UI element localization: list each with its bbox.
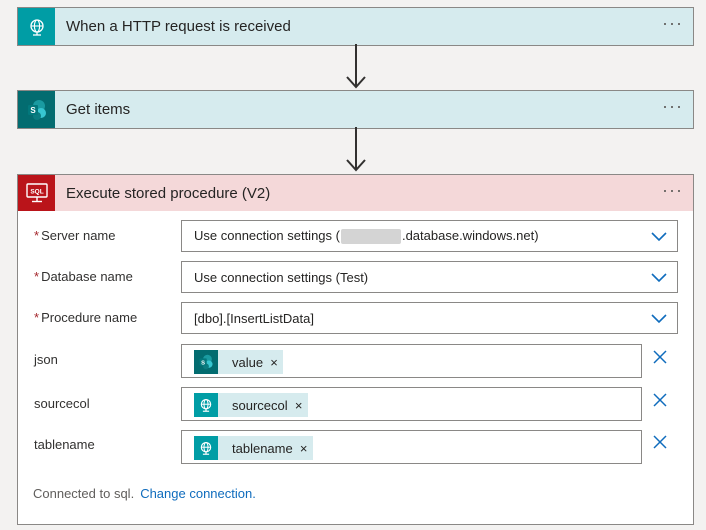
dynamic-content-token[interactable]: sourcecol × [194, 393, 308, 417]
more-options-icon[interactable]: ··· [662, 181, 683, 199]
chevron-down-icon[interactable] [651, 312, 667, 324]
procedure-name-label: * Procedure name [34, 310, 138, 325]
database-name-label: * Database name [34, 269, 133, 284]
sourcecol-label: sourcecol [34, 396, 90, 411]
tablename-input[interactable]: tablename × [181, 430, 642, 464]
clear-field-icon[interactable] [652, 349, 668, 365]
clear-field-icon[interactable] [652, 434, 668, 450]
sharepoint-icon: S [194, 350, 218, 374]
server-name-select[interactable]: Use connection settings (.database.windo… [181, 220, 678, 252]
http-trigger-header[interactable]: When a HTTP request is received ··· [18, 8, 693, 45]
connection-footer: Connected to sql. Change connection. [33, 486, 256, 501]
database-name-select[interactable]: Use connection settings (Test) [181, 261, 678, 293]
token-label: sourcecol [232, 397, 288, 413]
globe-request-icon [194, 393, 218, 417]
globe-request-icon [194, 436, 218, 460]
clear-field-icon[interactable] [652, 392, 668, 408]
required-mark: * [34, 269, 40, 284]
execute-stored-procedure-header[interactable]: SQL Execute stored procedure (V2) ··· [18, 175, 693, 211]
token-label: value [232, 354, 264, 370]
required-mark: * [34, 228, 40, 243]
chevron-down-icon[interactable] [651, 271, 667, 283]
get-items-card[interactable]: S Get items ··· [17, 90, 694, 129]
server-name-value: Use connection settings (.database.windo… [194, 227, 539, 245]
change-connection-link[interactable]: Change connection. [140, 486, 256, 501]
remove-token-icon[interactable]: × [294, 398, 304, 413]
redacted-block [340, 229, 401, 245]
procedure-name-select[interactable]: [dbo].[InsertListData] [181, 302, 678, 334]
tablename-label: tablename [34, 437, 95, 452]
dynamic-content-token[interactable]: S value × [194, 350, 284, 374]
remove-token-icon[interactable]: × [299, 441, 309, 456]
flow-arrow-icon [346, 44, 366, 89]
http-trigger-card[interactable]: When a HTTP request is received ··· [17, 7, 694, 46]
svg-text:SQL: SQL [30, 189, 43, 196]
execute-stored-procedure-title: Execute stored procedure (V2) [66, 184, 271, 202]
dynamic-content-token[interactable]: tablename × [194, 436, 313, 460]
svg-text:S: S [201, 360, 205, 366]
required-mark: * [34, 310, 40, 325]
database-name-value: Use connection settings (Test) [194, 269, 369, 285]
get-items-title: Get items [66, 101, 131, 118]
json-input[interactable]: S value × [181, 344, 642, 378]
remove-token-icon[interactable]: × [269, 355, 279, 370]
http-trigger-title: When a HTTP request is received [66, 18, 291, 35]
chevron-down-icon[interactable] [651, 230, 667, 242]
execute-stored-procedure-card[interactable]: SQL Execute stored procedure (V2) ··· * S… [17, 174, 694, 525]
sharepoint-icon: S [18, 91, 55, 128]
sql-icon: SQL [18, 175, 55, 211]
server-name-label: * Server name [34, 228, 116, 243]
more-options-icon[interactable]: ··· [662, 97, 683, 115]
token-label: tablename [232, 440, 293, 456]
get-items-header[interactable]: S Get items ··· [18, 91, 693, 128]
svg-text:S: S [30, 106, 36, 115]
more-options-icon[interactable]: ··· [662, 14, 683, 32]
json-label: json [34, 352, 58, 367]
globe-request-icon [18, 8, 55, 45]
procedure-name-value: [dbo].[InsertListData] [194, 310, 314, 326]
flow-arrow-icon [346, 127, 366, 172]
connection-status: Connected to sql. [33, 486, 135, 501]
sourcecol-input[interactable]: sourcecol × [181, 387, 642, 421]
